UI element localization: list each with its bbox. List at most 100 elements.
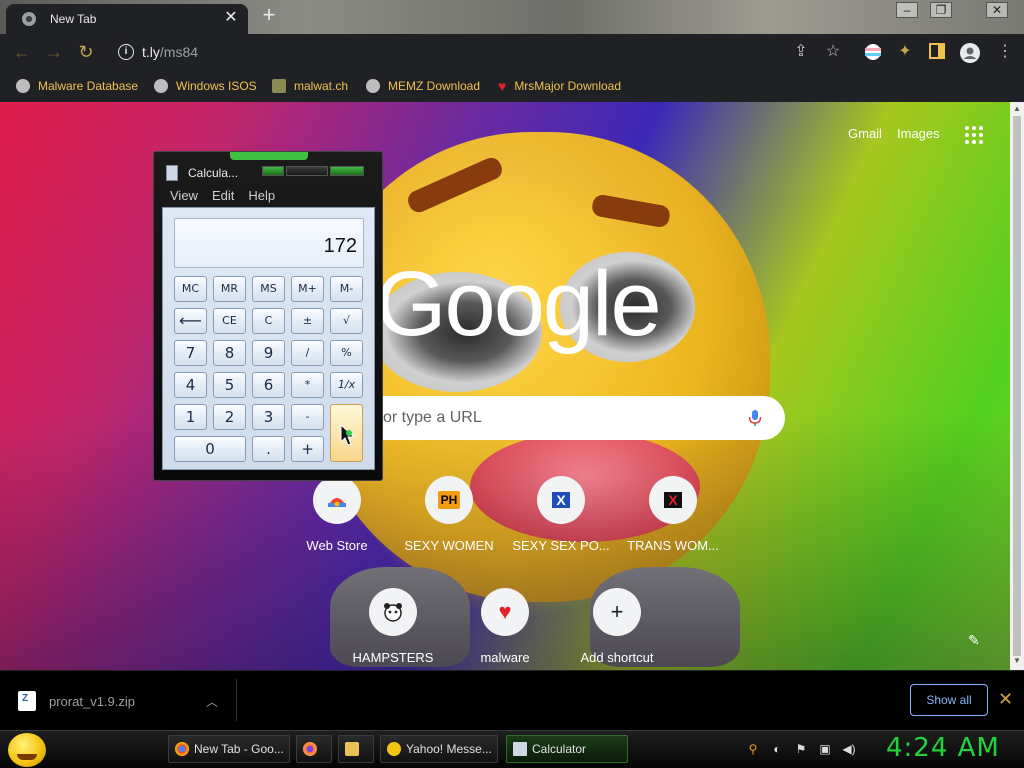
sqrt-button[interactable]: √ (330, 308, 363, 334)
search-placeholder: or type a URL (383, 409, 482, 426)
calc-close-button[interactable] (330, 166, 364, 176)
chevron-up-icon[interactable]: ︿ (206, 693, 218, 710)
site-info-icon[interactable]: i (118, 44, 134, 60)
tab-new-tab[interactable]: New Tab ✕ (6, 4, 248, 34)
percent-button[interactable]: % (330, 340, 363, 366)
images-link[interactable]: Images (897, 126, 940, 141)
digit-6-button[interactable]: 6 (252, 372, 285, 398)
divider (236, 679, 237, 721)
digit-7-button[interactable]: 7 (174, 340, 207, 366)
maximize-button[interactable]: ❐ (930, 2, 952, 18)
m-plus-button[interactable]: M+ (291, 276, 324, 302)
start-button[interactable] (8, 733, 46, 767)
apps-grid-icon[interactable] (965, 126, 983, 144)
negate-button[interactable]: ± (291, 308, 324, 334)
mr-button[interactable]: MR (213, 276, 246, 302)
calc-maximize-button[interactable] (286, 166, 328, 176)
minimize-button[interactable]: – (896, 2, 918, 18)
reciprocal-button[interactable]: 1/x (330, 372, 363, 398)
digit-8-button[interactable]: 8 (213, 340, 246, 366)
m-minus-button[interactable]: M- (330, 276, 363, 302)
divide-button[interactable]: / (291, 340, 324, 366)
profile-avatar-icon[interactable] (960, 43, 980, 63)
multiply-button[interactable]: * (291, 372, 324, 398)
action-center-flag-icon[interactable]: ⚑ (794, 742, 808, 756)
mc-button[interactable]: MC (174, 276, 207, 302)
digit-1-button[interactable]: 1 (174, 404, 207, 430)
digit-3-button[interactable]: 3 (252, 404, 285, 430)
share-icon[interactable]: ⇪ (792, 43, 810, 61)
menu-kebab-icon[interactable]: ⋮ (996, 43, 1014, 61)
customize-pencil-icon[interactable]: ✎ (968, 632, 984, 648)
menu-view[interactable]: View (170, 187, 198, 207)
window-close-button[interactable]: ✕ (986, 2, 1008, 18)
taskbar-clock[interactable]: 4:24 AM (886, 733, 1000, 763)
bookmark-label: malwat.ch (294, 79, 349, 93)
bookmark-mrsmajor-download[interactable]: ♥ MrsMajor Download (498, 78, 621, 94)
chrome-icon (175, 742, 189, 756)
task-calculator[interactable]: Calculator (506, 735, 628, 763)
bookmark-malware-database[interactable]: Malware Database (16, 78, 138, 94)
show-all-button[interactable]: Show all (910, 684, 988, 716)
decimal-button[interactable]: . (252, 436, 285, 462)
address-bar[interactable]: i t.ly/ms84 (110, 38, 850, 66)
web-store-icon (313, 476, 361, 524)
menu-help[interactable]: Help (248, 187, 275, 207)
shortcut-label: Add shortcut (580, 650, 654, 665)
forward-icon[interactable]: → (44, 42, 64, 62)
add-button[interactable]: + (291, 436, 324, 462)
page-scrollbar[interactable]: ▲ ▼ (1010, 102, 1024, 670)
bookmark-label: MrsMajor Download (514, 79, 622, 93)
scroll-up-icon[interactable]: ▲ (1010, 104, 1024, 116)
side-panel-icon[interactable] (928, 43, 946, 61)
gmail-link[interactable]: Gmail (848, 126, 882, 141)
ms-button[interactable]: MS (252, 276, 285, 302)
volume-icon[interactable]: ◀) (842, 742, 856, 756)
heart-icon: ♥ (481, 588, 529, 636)
clear-button[interactable]: C (252, 308, 285, 334)
bookmark-memz-download[interactable]: MEMZ Download (366, 78, 480, 94)
tab-close-icon[interactable]: ✕ (222, 9, 240, 27)
task-explorer[interactable] (338, 735, 374, 763)
extensions-puzzle-icon[interactable]: ✦ (896, 43, 914, 61)
reload-icon[interactable]: ↻ (76, 42, 96, 62)
task-chrome[interactable]: New Tab - Goo... (168, 735, 290, 763)
status-icon[interactable]: ◐ (770, 742, 784, 756)
menu-edit[interactable]: Edit (212, 187, 234, 207)
download-item[interactable]: prorat_v1.9.zip (18, 689, 238, 715)
calc-minimize-button[interactable] (262, 166, 284, 176)
bookmark-windows-isos[interactable]: Windows ISOS (154, 78, 257, 94)
bookmark-label: MEMZ Download (388, 79, 481, 93)
bookmark-malwatch[interactable]: malwat.ch (272, 78, 348, 94)
subtract-button[interactable]: - (291, 404, 324, 430)
scrollbar-thumb[interactable] (1013, 116, 1021, 656)
taskbar: New Tab - Goo... Yahoo! Messe... Calcula… (0, 730, 1024, 768)
digit-9-button[interactable]: 9 (252, 340, 285, 366)
backspace-button[interactable]: ⟵ (174, 308, 207, 334)
calculator-display: 172 (174, 218, 364, 268)
network-icon[interactable]: ▣ (818, 742, 832, 756)
shortcut-sexy-sex-po[interactable]: X SEXY SEX PO... (505, 476, 617, 576)
close-icon[interactable]: ✕ (998, 689, 1013, 710)
calculator-menubar: View Edit Help (162, 187, 374, 207)
shortcut-trans-wom[interactable]: X TRANS WOM... (617, 476, 729, 576)
task-firefox[interactable] (296, 735, 332, 763)
bookmark-star-icon[interactable]: ☆ (824, 43, 842, 61)
search-icon[interactable]: ⚲ (746, 742, 760, 756)
microphone-icon[interactable] (745, 408, 765, 428)
digit-4-button[interactable]: 4 (174, 372, 207, 398)
shortcut-sexy-women[interactable]: PH SEXY WOMEN (393, 476, 505, 576)
globe-icon (154, 79, 168, 93)
shortcut-web-store[interactable]: Web Store (281, 476, 393, 576)
extension-flag-icon[interactable] (864, 43, 882, 61)
ce-button[interactable]: CE (213, 308, 246, 334)
task-yahoo-messenger[interactable]: Yahoo! Messe... (380, 735, 498, 763)
scroll-down-icon[interactable]: ▼ (1010, 656, 1024, 668)
digit-5-button[interactable]: 5 (213, 372, 246, 398)
digit-0-button[interactable]: 0 (174, 436, 246, 462)
digit-2-button[interactable]: 2 (213, 404, 246, 430)
chrome-icon (22, 12, 36, 26)
x-badge: X (552, 492, 570, 508)
new-tab-button[interactable]: + (258, 4, 280, 26)
back-icon[interactable]: ← (12, 42, 32, 62)
